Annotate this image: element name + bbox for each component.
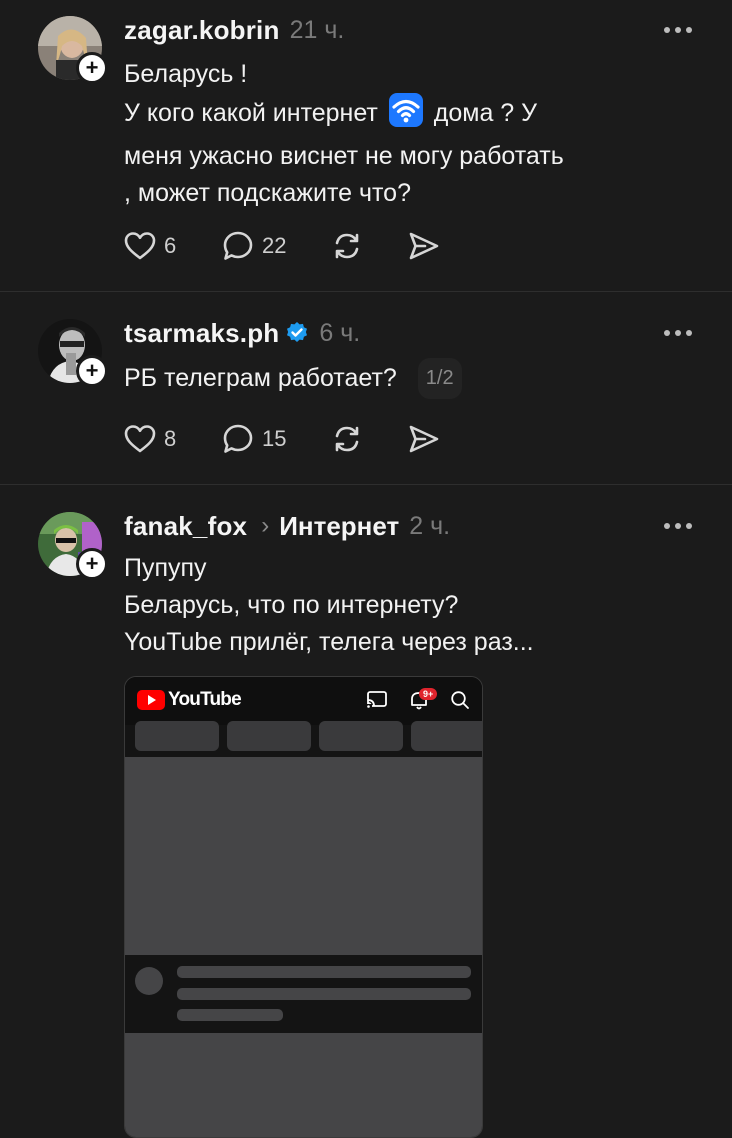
repost-icon — [335, 233, 359, 259]
avatar-zagar-kobrin[interactable]: + — [38, 16, 108, 84]
chevron-right-icon: › — [261, 512, 270, 539]
comment-count: 22 — [262, 233, 287, 258]
post-time: 2 ч. — [409, 511, 451, 540]
topic-tag[interactable]: Интернет — [279, 511, 399, 542]
post-text: Пупупу Беларусь, что по интернету? YouTu… — [124, 550, 534, 661]
divider — [0, 484, 732, 485]
channel-avatar-placeholder — [135, 967, 163, 995]
like-button[interactable]: 8 — [124, 424, 222, 454]
avatar-tsarmaks-ph[interactable]: + — [38, 319, 108, 387]
youtube-top-bar: YouTube 9+ — [125, 677, 482, 725]
post-text: РБ телеграм работает? 1/2 — [124, 358, 462, 399]
divider — [0, 291, 732, 292]
post-header: zagar.kobrin 21 ч. — [124, 13, 344, 47]
comment-icon — [223, 231, 253, 260]
category-chip-placeholder — [411, 721, 482, 751]
verified-badge-icon — [285, 321, 309, 345]
repost-button[interactable] — [330, 423, 408, 455]
text-line: РБ телеграм работает? — [124, 364, 397, 392]
more-options-icon[interactable] — [664, 523, 692, 529]
post-time: 21 ч. — [289, 15, 345, 44]
send-icon — [409, 232, 439, 260]
avatar-fanak-fox[interactable]: + — [38, 512, 108, 580]
youtube-wordmark: YouTube — [168, 689, 242, 710]
comment-button[interactable]: 15 — [222, 423, 330, 455]
search-icon — [451, 691, 469, 709]
follow-plus-icon[interactable]: + — [76, 548, 108, 580]
attached-screenshot[interactable]: YouTube 9+ — [124, 676, 483, 1138]
video-thumbnail-placeholder — [125, 1033, 482, 1137]
category-chip-placeholder — [227, 721, 311, 751]
follow-plus-icon[interactable]: + — [76, 355, 108, 387]
follow-plus-icon[interactable]: + — [76, 52, 108, 84]
comment-button[interactable]: 22 — [222, 230, 330, 262]
like-button[interactable]: 6 — [124, 231, 222, 261]
thread-pager[interactable]: 1/2 — [417, 358, 462, 399]
text-line: Беларусь, что по интернету? — [124, 591, 459, 619]
like-count: 8 — [164, 426, 177, 451]
like-count: 6 — [164, 233, 177, 258]
heart-icon — [124, 232, 156, 260]
text-fragment: У кого какой интернет — [124, 99, 378, 127]
text-line: меня ужасно виснет не могу работать — [124, 142, 564, 170]
username[interactable]: tsarmaks.ph — [124, 318, 279, 349]
text-line: YouTube прилёг, телега через раз... — [124, 628, 534, 656]
post-header: tsarmaks.ph 6 ч. — [124, 316, 360, 350]
text-fragment: дома ? У — [433, 99, 538, 127]
repost-icon — [335, 426, 359, 452]
comment-count: 15 — [262, 426, 287, 451]
video-title-placeholder — [177, 966, 471, 978]
username[interactable]: zagar.kobrin — [124, 15, 280, 46]
text-line: Беларусь ! — [124, 60, 248, 88]
video-title-placeholder — [177, 988, 471, 1000]
video-thumbnail-placeholder — [125, 757, 482, 955]
heart-icon — [124, 425, 156, 453]
share-button[interactable] — [408, 424, 440, 454]
comment-icon — [223, 424, 253, 453]
notification-count-badge: 9+ — [419, 688, 438, 700]
text-line: , может подскажите что? — [124, 179, 411, 207]
username[interactable]: fanak_fox — [124, 511, 247, 542]
cast-icon — [366, 691, 387, 710]
text-line: Пупупу — [124, 554, 207, 582]
post-time: 6 ч. — [319, 318, 361, 347]
more-options-icon[interactable] — [664, 330, 692, 336]
wifi-icon — [388, 93, 423, 138]
action-bar: 6 22 — [124, 230, 440, 262]
text-line: У кого какой интернет дома ? У — [124, 93, 564, 138]
youtube-play-icon — [137, 690, 165, 710]
post-text: Беларусь ! У кого какой интернет дома ? … — [124, 56, 564, 212]
action-bar: 8 15 — [124, 423, 440, 455]
send-icon — [409, 425, 439, 453]
video-meta-placeholder — [177, 1009, 283, 1021]
post-header: fanak_fox › Интернет 2 ч. — [124, 509, 450, 543]
repost-button[interactable] — [330, 230, 408, 262]
more-options-icon[interactable] — [664, 27, 692, 33]
youtube-logo: YouTube — [137, 689, 242, 711]
category-chip-placeholder — [135, 721, 219, 751]
category-chip-placeholder — [319, 721, 403, 751]
share-button[interactable] — [408, 231, 440, 261]
